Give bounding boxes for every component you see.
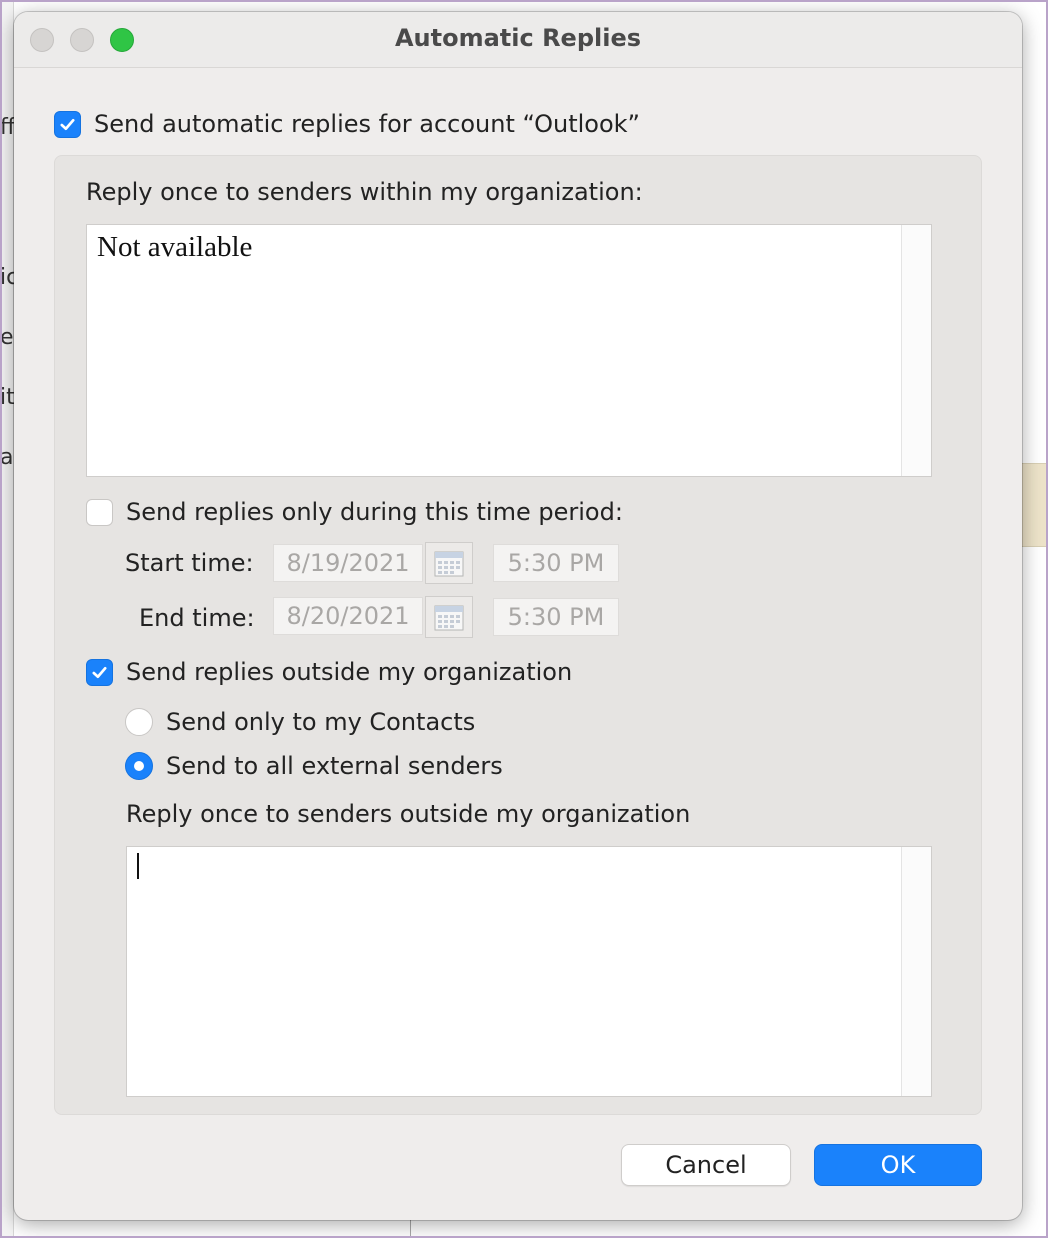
internal-reply-scrollbar[interactable]: [901, 225, 931, 476]
contacts-only-label: Send only to my Contacts: [166, 708, 476, 736]
checkmark-icon: [92, 666, 107, 678]
title-bar: Automatic Replies: [14, 12, 1022, 68]
internal-reply-textarea[interactable]: Not available: [86, 224, 932, 477]
time-period-checkbox[interactable]: [86, 498, 113, 526]
background-text: e: [0, 325, 14, 350]
send-automatic-replies-checkbox[interactable]: [54, 110, 81, 138]
window-title: Automatic Replies: [394, 24, 642, 52]
background-divider: [410, 1218, 411, 1238]
automatic-replies-dialog: Automatic Replies Send automatic replies…: [14, 12, 1022, 1220]
checkmark-icon: [60, 118, 75, 130]
all-external-label: Send to all external senders: [166, 752, 503, 780]
external-reply-scrollbar[interactable]: [901, 847, 931, 1096]
background-text: ff: [0, 115, 16, 140]
start-time-label: Start time:: [125, 549, 254, 577]
cancel-button[interactable]: Cancel: [621, 1144, 791, 1186]
external-replies-checkbox[interactable]: [86, 658, 113, 686]
external-heading-row: Reply once to senders outside my organiz…: [126, 800, 690, 828]
internal-reply-heading: Reply once to senders within my organiza…: [86, 178, 643, 206]
time-period-label: Send replies only during this time perio…: [126, 498, 623, 526]
end-date-field[interactable]: 8/20/2021: [273, 597, 423, 635]
external-reply-textarea[interactable]: [126, 846, 932, 1097]
background-highlight-row: [1020, 463, 1048, 547]
end-date-calendar-button[interactable]: [425, 596, 473, 638]
contacts-only-radio[interactable]: [125, 708, 153, 736]
end-time-field[interactable]: 5:30 PM: [493, 598, 619, 636]
send-automatic-replies-label: Send automatic replies for account “Outl…: [94, 110, 640, 138]
start-time-label-row: Start time:: [125, 549, 254, 577]
calendar-icon: [434, 605, 464, 631]
external-replies-label: Send replies outside my organization: [126, 658, 573, 686]
end-time-label: End time:: [139, 604, 255, 632]
external-replies-row[interactable]: Send replies outside my organization: [86, 658, 572, 686]
contacts-only-option[interactable]: Send only to my Contacts: [125, 708, 475, 736]
start-date-field[interactable]: 8/19/2021: [273, 544, 423, 582]
send-automatic-replies-row[interactable]: Send automatic replies for account “Outl…: [54, 110, 640, 138]
end-time-label-row: End time:: [139, 604, 255, 632]
text-caret: [137, 853, 139, 879]
background-text: it: [0, 385, 15, 410]
internal-heading-row: Reply once to senders within my organiza…: [86, 178, 643, 206]
start-date-calendar-button[interactable]: [425, 542, 473, 584]
all-external-radio[interactable]: [125, 752, 153, 780]
background-sidebar: [0, 0, 14, 1238]
ok-button[interactable]: OK: [814, 1144, 982, 1186]
internal-reply-text: Not available: [97, 231, 253, 263]
start-time-field[interactable]: 5:30 PM: [493, 544, 619, 582]
calendar-icon: [434, 551, 464, 577]
all-external-option[interactable]: Send to all external senders: [125, 752, 503, 780]
time-period-row[interactable]: Send replies only during this time perio…: [86, 498, 623, 526]
external-reply-heading: Reply once to senders outside my organiz…: [126, 800, 691, 828]
